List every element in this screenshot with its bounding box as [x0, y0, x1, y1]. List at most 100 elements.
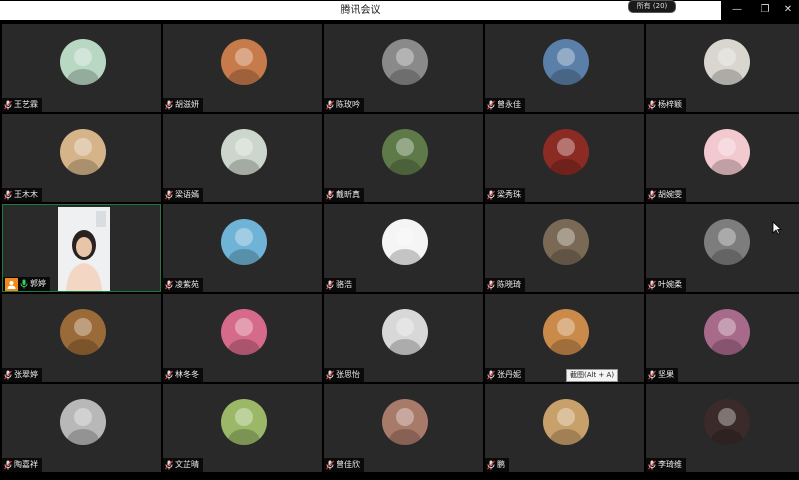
participant-tile[interactable]: 曾佳欣	[324, 384, 483, 472]
participant-name: 凌紫苑	[175, 280, 199, 289]
screenshot-tooltip: 截图(Alt + A)	[566, 369, 619, 382]
participant-name-bar: 王艺霖	[2, 98, 42, 112]
participant-name-bar: 陈晓琦	[485, 278, 525, 292]
teddy-bear-avatar	[60, 309, 106, 355]
participants-filter-button[interactable]: 所有 (20)	[628, 0, 676, 13]
mic-muted-icon	[165, 370, 173, 380]
mic-muted-icon	[4, 190, 12, 200]
minimize-button[interactable]: —	[727, 2, 747, 18]
participant-name-bar: 郭婷	[3, 277, 50, 291]
plant-avatar	[221, 129, 267, 175]
mic-muted-icon	[165, 190, 173, 200]
participant-name-bar: 文芷晴	[163, 458, 203, 472]
mic-muted-icon	[648, 280, 656, 290]
participant-tile[interactable]: 张思怡	[324, 294, 483, 382]
participant-name: 骆浩	[336, 280, 352, 289]
comic-avatar	[704, 309, 750, 355]
participant-name: 坚果	[658, 370, 674, 379]
participant-tile[interactable]: 张翠婷	[2, 294, 161, 382]
mic-muted-icon	[648, 100, 656, 110]
participant-name: 叶婉柔	[658, 280, 682, 289]
food-bowl-avatar	[543, 399, 589, 445]
participant-name-bar: 张翠婷	[2, 368, 42, 382]
participant-name-bar: 凌紫苑	[163, 278, 203, 292]
participant-tile[interactable]: 叶婉柔	[646, 204, 799, 292]
participant-tile[interactable]: 陈玫吟	[324, 24, 483, 112]
anime-boy-avatar	[543, 39, 589, 85]
participant-name-bar: 张思怡	[324, 368, 364, 382]
participant-name: 王木木	[14, 190, 38, 199]
participant-name-bar: 曾佳欣	[324, 458, 364, 472]
bottom-bar	[0, 474, 799, 480]
participant-tile[interactable]: 戴昕真	[324, 114, 483, 202]
participant-name-bar: 张丹妮	[485, 368, 525, 382]
mic-muted-icon	[326, 100, 334, 110]
participant-tile[interactable]: 梁语嫣	[163, 114, 322, 202]
participant-name-bar: 陈玫吟	[324, 98, 364, 112]
participant-name-bar: 林冬冬	[163, 368, 203, 382]
bread-avatar	[382, 399, 428, 445]
participant-tile[interactable]: 郭婷	[2, 204, 161, 292]
participant-tile[interactable]: 陈晓琦	[485, 204, 644, 292]
participant-tile[interactable]: 坚果	[646, 294, 799, 382]
mic-muted-icon	[487, 280, 495, 290]
participant-name: 林冬冬	[175, 370, 199, 379]
doraemon-avatar	[221, 219, 267, 265]
child-photo-avatar	[60, 129, 106, 175]
participant-tile[interactable]: 曾永佳	[485, 24, 644, 112]
dark-anime-avatar	[704, 399, 750, 445]
mic-muted-icon	[487, 100, 495, 110]
participant-name-bar: 骆浩	[324, 278, 356, 292]
pink-cartoon-avatar	[704, 129, 750, 175]
mic-muted-icon	[648, 190, 656, 200]
participant-name: 梁语嫣	[175, 190, 199, 199]
participant-tile[interactable]: 张丹妮	[485, 294, 644, 382]
participant-tile[interactable]: 林冬冬	[163, 294, 322, 382]
mic-muted-icon	[648, 370, 656, 380]
participant-tile[interactable]: 王艺霖	[2, 24, 161, 112]
mic-muted-icon	[487, 460, 495, 470]
mic-on-icon	[20, 279, 28, 289]
sketch-avatar	[382, 309, 428, 355]
participant-name: 曾佳欣	[336, 460, 360, 469]
participant-tile[interactable]: 王木木	[2, 114, 161, 202]
participant-name: 戴昕真	[336, 190, 360, 199]
mic-muted-icon	[326, 190, 334, 200]
cat-avatar	[60, 399, 106, 445]
participant-tile[interactable]: 骆浩	[324, 204, 483, 292]
participant-name-bar: 梁秀珠	[485, 188, 525, 202]
participant-tile[interactable]: 梁秀珠	[485, 114, 644, 202]
participant-tile[interactable]: 胡滋妍	[163, 24, 322, 112]
close-button[interactable]: ✕	[778, 2, 798, 18]
participant-tile[interactable]: 李琦维	[646, 384, 799, 472]
sunset-avatar	[543, 309, 589, 355]
participant-name-bar: 胡婉雯	[646, 188, 686, 202]
cartoon-dog-avatar	[60, 39, 106, 85]
mic-muted-icon	[165, 460, 173, 470]
participant-name: 郭婷	[30, 279, 46, 288]
mic-muted-icon	[487, 190, 495, 200]
video-grid: 王艺霖 胡滋妍 陈玫吟 曾永佳 杨梓颖王木木 梁语嫣 戴昕真 梁秀珠 胡婉雯郭婷 凌紫苑 骆浩 陈晓琦…	[0, 22, 799, 474]
participant-name-bar: 杨梓颖	[646, 98, 686, 112]
mic-muted-icon	[4, 100, 12, 110]
participant-name: 陈玫吟	[336, 100, 360, 109]
girl-red-avatar	[543, 129, 589, 175]
bw-photo-avatar	[382, 39, 428, 85]
participant-tile[interactable]: 陶嘉祥	[2, 384, 161, 472]
mic-muted-icon	[4, 460, 12, 470]
yellow-dress-avatar	[221, 399, 267, 445]
mic-muted-icon	[326, 370, 334, 380]
participant-name-bar: 曾永佳	[485, 98, 525, 112]
participant-name: 鹏	[497, 460, 505, 469]
participant-name-bar: 坚果	[646, 368, 678, 382]
mic-muted-icon	[165, 100, 173, 110]
participant-tile[interactable]: 杨梓颖	[646, 24, 799, 112]
participant-tile[interactable]: 胡婉雯	[646, 114, 799, 202]
anime-girl-avatar	[221, 309, 267, 355]
participant-name: 胡婉雯	[658, 190, 682, 199]
restore-button[interactable]: ❐	[755, 2, 775, 18]
mic-muted-icon	[648, 460, 656, 470]
participant-tile[interactable]: 鹏	[485, 384, 644, 472]
participant-tile[interactable]: 凌紫苑	[163, 204, 322, 292]
participant-tile[interactable]: 文芷晴	[163, 384, 322, 472]
